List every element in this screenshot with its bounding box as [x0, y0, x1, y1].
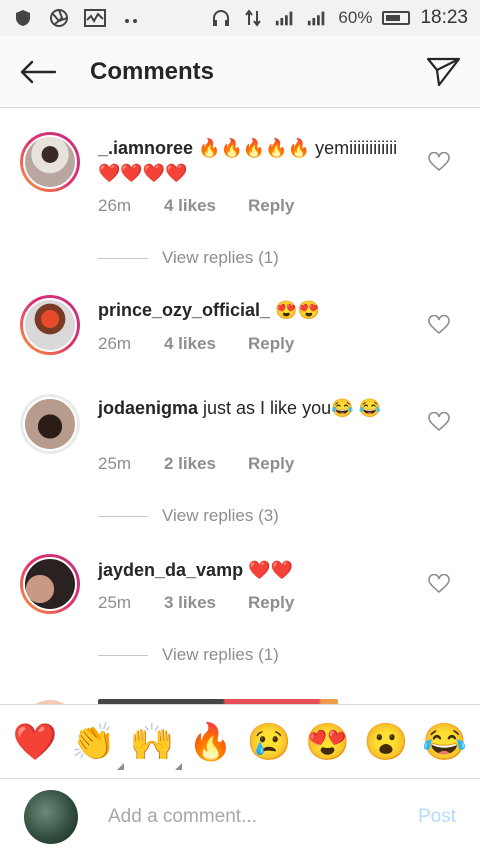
emoji-heart-button[interactable]: ❤️ — [11, 721, 59, 762]
comment-time: 25m — [98, 593, 132, 612]
signal-e-icon — [306, 9, 328, 27]
emoji-quick-bar: ❤️ 👏 🙌 🔥 😢 😍 😮 😂 — [0, 704, 480, 778]
likes-count[interactable]: 3 likes — [164, 593, 248, 613]
comment-meta: 25m 3 likes Reply — [98, 593, 294, 613]
comment-composer: Post — [0, 778, 480, 854]
comment-time: 25m — [98, 454, 132, 473]
comment-text: _.iamnoree 🔥🔥🔥🔥🔥 yemiiiiiiiiiiii❤️❤️❤️❤️ — [98, 138, 398, 183]
emoji-heart-eyes-button[interactable]: 😍 — [304, 721, 352, 762]
comment-text: jodaenigma just as I like you😂 😂 — [98, 398, 381, 418]
top-bar: Comments — [0, 36, 480, 108]
status-bar: 60% 18:23 — [0, 0, 480, 36]
username[interactable]: prince_ozy_official_ — [98, 300, 270, 320]
page-title: Comments — [90, 57, 215, 85]
headphones-icon — [210, 9, 232, 27]
username[interactable]: _.iamnoree — [98, 138, 193, 158]
likes-count[interactable]: 4 likes — [164, 334, 248, 354]
emoji-raised-hands-button[interactable]: 🙌 — [128, 721, 183, 770]
username[interactable]: jodaenigma — [98, 398, 198, 418]
like-heart-icon[interactable] — [428, 412, 450, 432]
likes-count[interactable]: 2 likes — [164, 454, 248, 474]
like-heart-icon[interactable] — [428, 152, 450, 172]
data-transfer-icon — [242, 9, 264, 27]
emoji-laughing-button[interactable]: 😂 — [421, 721, 469, 762]
comment-input[interactable] — [108, 805, 388, 828]
clock: 18:23 — [420, 7, 468, 28]
more-dots-icon — [120, 9, 142, 27]
reply-button[interactable]: Reply — [248, 196, 294, 216]
comment-text: prince_ozy_official_ 😍😍 — [98, 300, 320, 320]
divider — [98, 654, 148, 656]
comment-list[interactable]: _.iamnoree 🔥🔥🔥🔥🔥 yemiiiiiiiiiiii❤️❤️❤️❤️… — [0, 108, 480, 704]
avatar[interactable] — [20, 394, 80, 454]
divider — [98, 257, 148, 259]
comment-time: 26m — [98, 196, 132, 215]
emoji-surprised-button[interactable]: 😮 — [362, 721, 410, 762]
comment-meta: 26m 4 likes Reply — [98, 334, 294, 354]
aperture-icon — [48, 9, 70, 27]
avatar[interactable] — [20, 554, 80, 614]
comment-item-partial — [0, 694, 480, 704]
share-button[interactable] — [408, 36, 480, 108]
likes-count[interactable]: 4 likes — [164, 196, 248, 216]
reply-button[interactable]: Reply — [248, 334, 294, 354]
avatar[interactable] — [20, 132, 80, 192]
emoji-clap-button[interactable]: 👏 — [70, 721, 124, 770]
comment-meta: 25m 2 likes Reply — [98, 454, 294, 474]
skin-tone-indicator — [175, 762, 183, 770]
divider — [98, 515, 148, 517]
battery-icon — [382, 11, 411, 25]
comment-text: jayden_da_vamp ❤️❤️ — [98, 560, 293, 580]
paper-plane-icon — [426, 57, 461, 86]
like-heart-icon[interactable] — [428, 315, 450, 335]
signal-h-icon — [274, 9, 296, 27]
reply-button[interactable]: Reply — [248, 593, 294, 613]
back-arrow-icon — [20, 60, 57, 83]
avatar[interactable] — [20, 295, 80, 355]
shield-icon — [12, 9, 34, 27]
battery-percent: 60% — [338, 8, 373, 27]
comment-meta: 26m 4 likes Reply — [98, 196, 294, 216]
reply-button[interactable]: Reply — [248, 454, 294, 474]
back-button[interactable] — [0, 36, 76, 108]
view-replies-link[interactable]: View replies (3) — [98, 506, 279, 526]
like-heart-icon[interactable] — [428, 574, 450, 594]
comment-time: 26m — [98, 334, 132, 353]
view-replies-link[interactable]: View replies (1) — [98, 645, 279, 665]
skin-tone-indicator — [116, 762, 124, 770]
username[interactable]: jayden_da_vamp — [98, 560, 243, 580]
current-user-avatar — [24, 789, 78, 844]
emoji-fire-button[interactable]: 🔥 — [187, 721, 235, 762]
view-replies-link[interactable]: View replies (1) — [98, 248, 279, 268]
post-button[interactable]: Post — [418, 806, 456, 828]
activity-icon — [84, 9, 106, 27]
emoji-crying-button[interactable]: 😢 — [245, 721, 293, 762]
